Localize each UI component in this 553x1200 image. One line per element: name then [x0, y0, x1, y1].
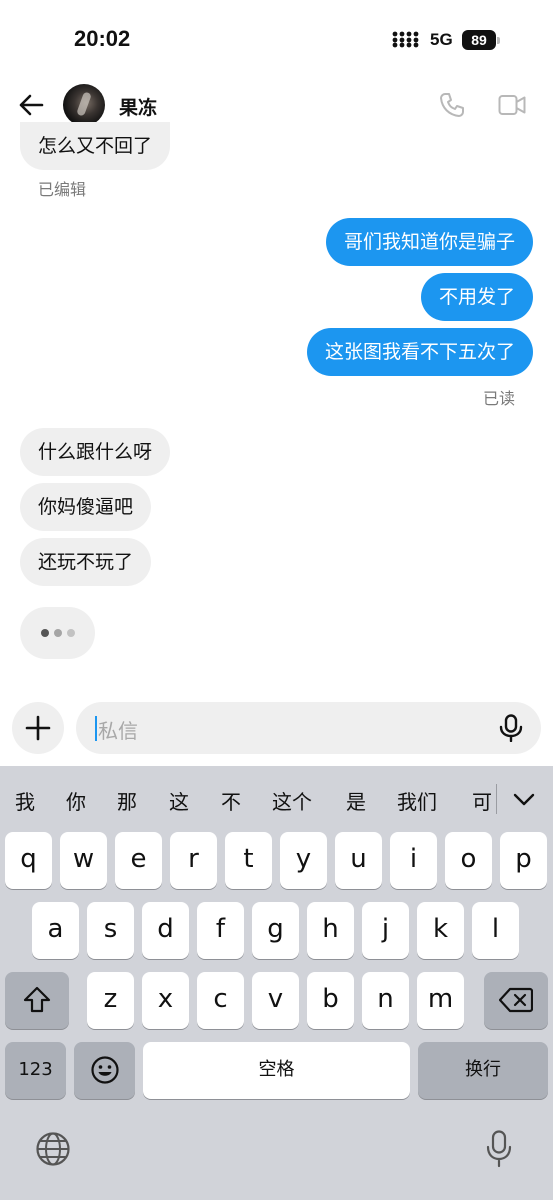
message-incoming[interactable]: 还玩不玩了 — [20, 538, 152, 586]
space-key[interactable]: 空格 — [143, 1042, 410, 1099]
keyboard: 我 你 那 这 不 这个 是 我们 可 q w e r t y u i o p … — [0, 766, 553, 1200]
battery-cap — [497, 37, 500, 44]
key-y[interactable]: y — [280, 832, 327, 889]
message-incoming[interactable]: 怎么又不回了 — [20, 122, 171, 170]
video-call-icon[interactable] — [498, 93, 526, 117]
contact-name[interactable]: 果冻 — [119, 93, 157, 120]
signal-icon — [392, 31, 419, 48]
key-x[interactable]: x — [142, 972, 189, 1029]
message-incoming[interactable]: 什么跟什么呀 — [20, 428, 171, 476]
key-l[interactable]: l — [472, 902, 519, 959]
network-type: 5G — [430, 30, 453, 49]
key-u[interactable]: u — [335, 832, 382, 889]
key-n[interactable]: n — [362, 972, 409, 1029]
key-d[interactable]: d — [142, 902, 189, 959]
candidate-word[interactable]: 是 — [346, 786, 366, 815]
candidate-word[interactable]: 不 — [221, 786, 241, 815]
candidate-word[interactable]: 可 — [472, 786, 492, 815]
key-z[interactable]: z — [87, 972, 134, 1029]
key-v[interactable]: v — [252, 972, 299, 1029]
emoji-icon — [90, 1056, 119, 1084]
plus-icon — [25, 715, 51, 741]
phone-call-icon[interactable] — [439, 92, 465, 118]
status-time: 20:02 — [74, 26, 131, 51]
key-b[interactable]: b — [307, 972, 354, 1029]
status-bar: 20:02 5G 89 — [0, 0, 553, 80]
key-f[interactable]: f — [197, 902, 244, 959]
key-e[interactable]: e — [115, 832, 162, 889]
message-outgoing[interactable]: 哥们我知道你是骗子 — [325, 218, 533, 266]
key-p[interactable]: p — [500, 832, 547, 889]
typing-dot — [54, 629, 62, 637]
key-q[interactable]: q — [5, 832, 52, 889]
dictation-mic-icon[interactable] — [486, 1130, 512, 1168]
candidate-word[interactable]: 我们 — [397, 786, 437, 815]
backspace-icon — [498, 987, 534, 1013]
key-c[interactable]: c — [197, 972, 244, 1029]
message-outgoing[interactable]: 这张图我看不下五次了 — [306, 328, 533, 376]
battery-indicator: 89 — [462, 30, 496, 50]
avatar[interactable] — [63, 84, 105, 126]
numbers-key[interactable]: 123 — [5, 1042, 66, 1099]
chevron-down-icon[interactable] — [512, 790, 536, 808]
text-caret — [95, 716, 97, 741]
typing-indicator — [20, 607, 95, 659]
key-w[interactable]: w — [60, 832, 107, 889]
key-g[interactable]: g — [252, 902, 299, 959]
typing-dot — [67, 629, 75, 637]
key-t[interactable]: t — [225, 832, 272, 889]
key-o[interactable]: o — [445, 832, 492, 889]
candidate-word[interactable]: 这个 — [272, 786, 312, 815]
delete-key[interactable] — [484, 972, 548, 1029]
emoji-key[interactable] — [74, 1042, 135, 1099]
message-incoming[interactable]: 你妈傻逼吧 — [20, 483, 152, 531]
candidate-word[interactable]: 我 — [15, 786, 35, 815]
message-input[interactable]: 私信 — [76, 702, 541, 754]
candidate-separator — [496, 784, 497, 814]
candidate-bar: 我 你 那 这 不 这个 是 我们 可 — [0, 766, 553, 832]
key-j[interactable]: j — [362, 902, 409, 959]
read-receipt: 已读 — [482, 389, 515, 408]
voice-message-icon[interactable] — [498, 714, 524, 742]
key-r[interactable]: r — [170, 832, 217, 889]
candidate-word[interactable]: 这 — [169, 786, 189, 815]
shift-key[interactable] — [5, 972, 69, 1029]
back-arrow-icon[interactable] — [18, 92, 44, 118]
typing-dot — [41, 629, 49, 637]
edited-label: 已编辑 — [38, 180, 87, 199]
key-s[interactable]: s — [87, 902, 134, 959]
candidate-word[interactable]: 那 — [117, 786, 137, 815]
key-m[interactable]: m — [417, 972, 464, 1029]
return-key[interactable]: 换行 — [418, 1042, 548, 1099]
candidate-word[interactable]: 你 — [66, 786, 86, 815]
add-attachment-button[interactable] — [12, 702, 64, 754]
key-k[interactable]: k — [417, 902, 464, 959]
globe-icon[interactable] — [35, 1131, 71, 1167]
shift-icon — [23, 986, 51, 1013]
message-input-placeholder: 私信 — [98, 719, 138, 743]
key-i[interactable]: i — [390, 832, 437, 889]
key-h[interactable]: h — [307, 902, 354, 959]
message-outgoing[interactable]: 不用发了 — [420, 273, 533, 321]
key-a[interactable]: a — [32, 902, 79, 959]
